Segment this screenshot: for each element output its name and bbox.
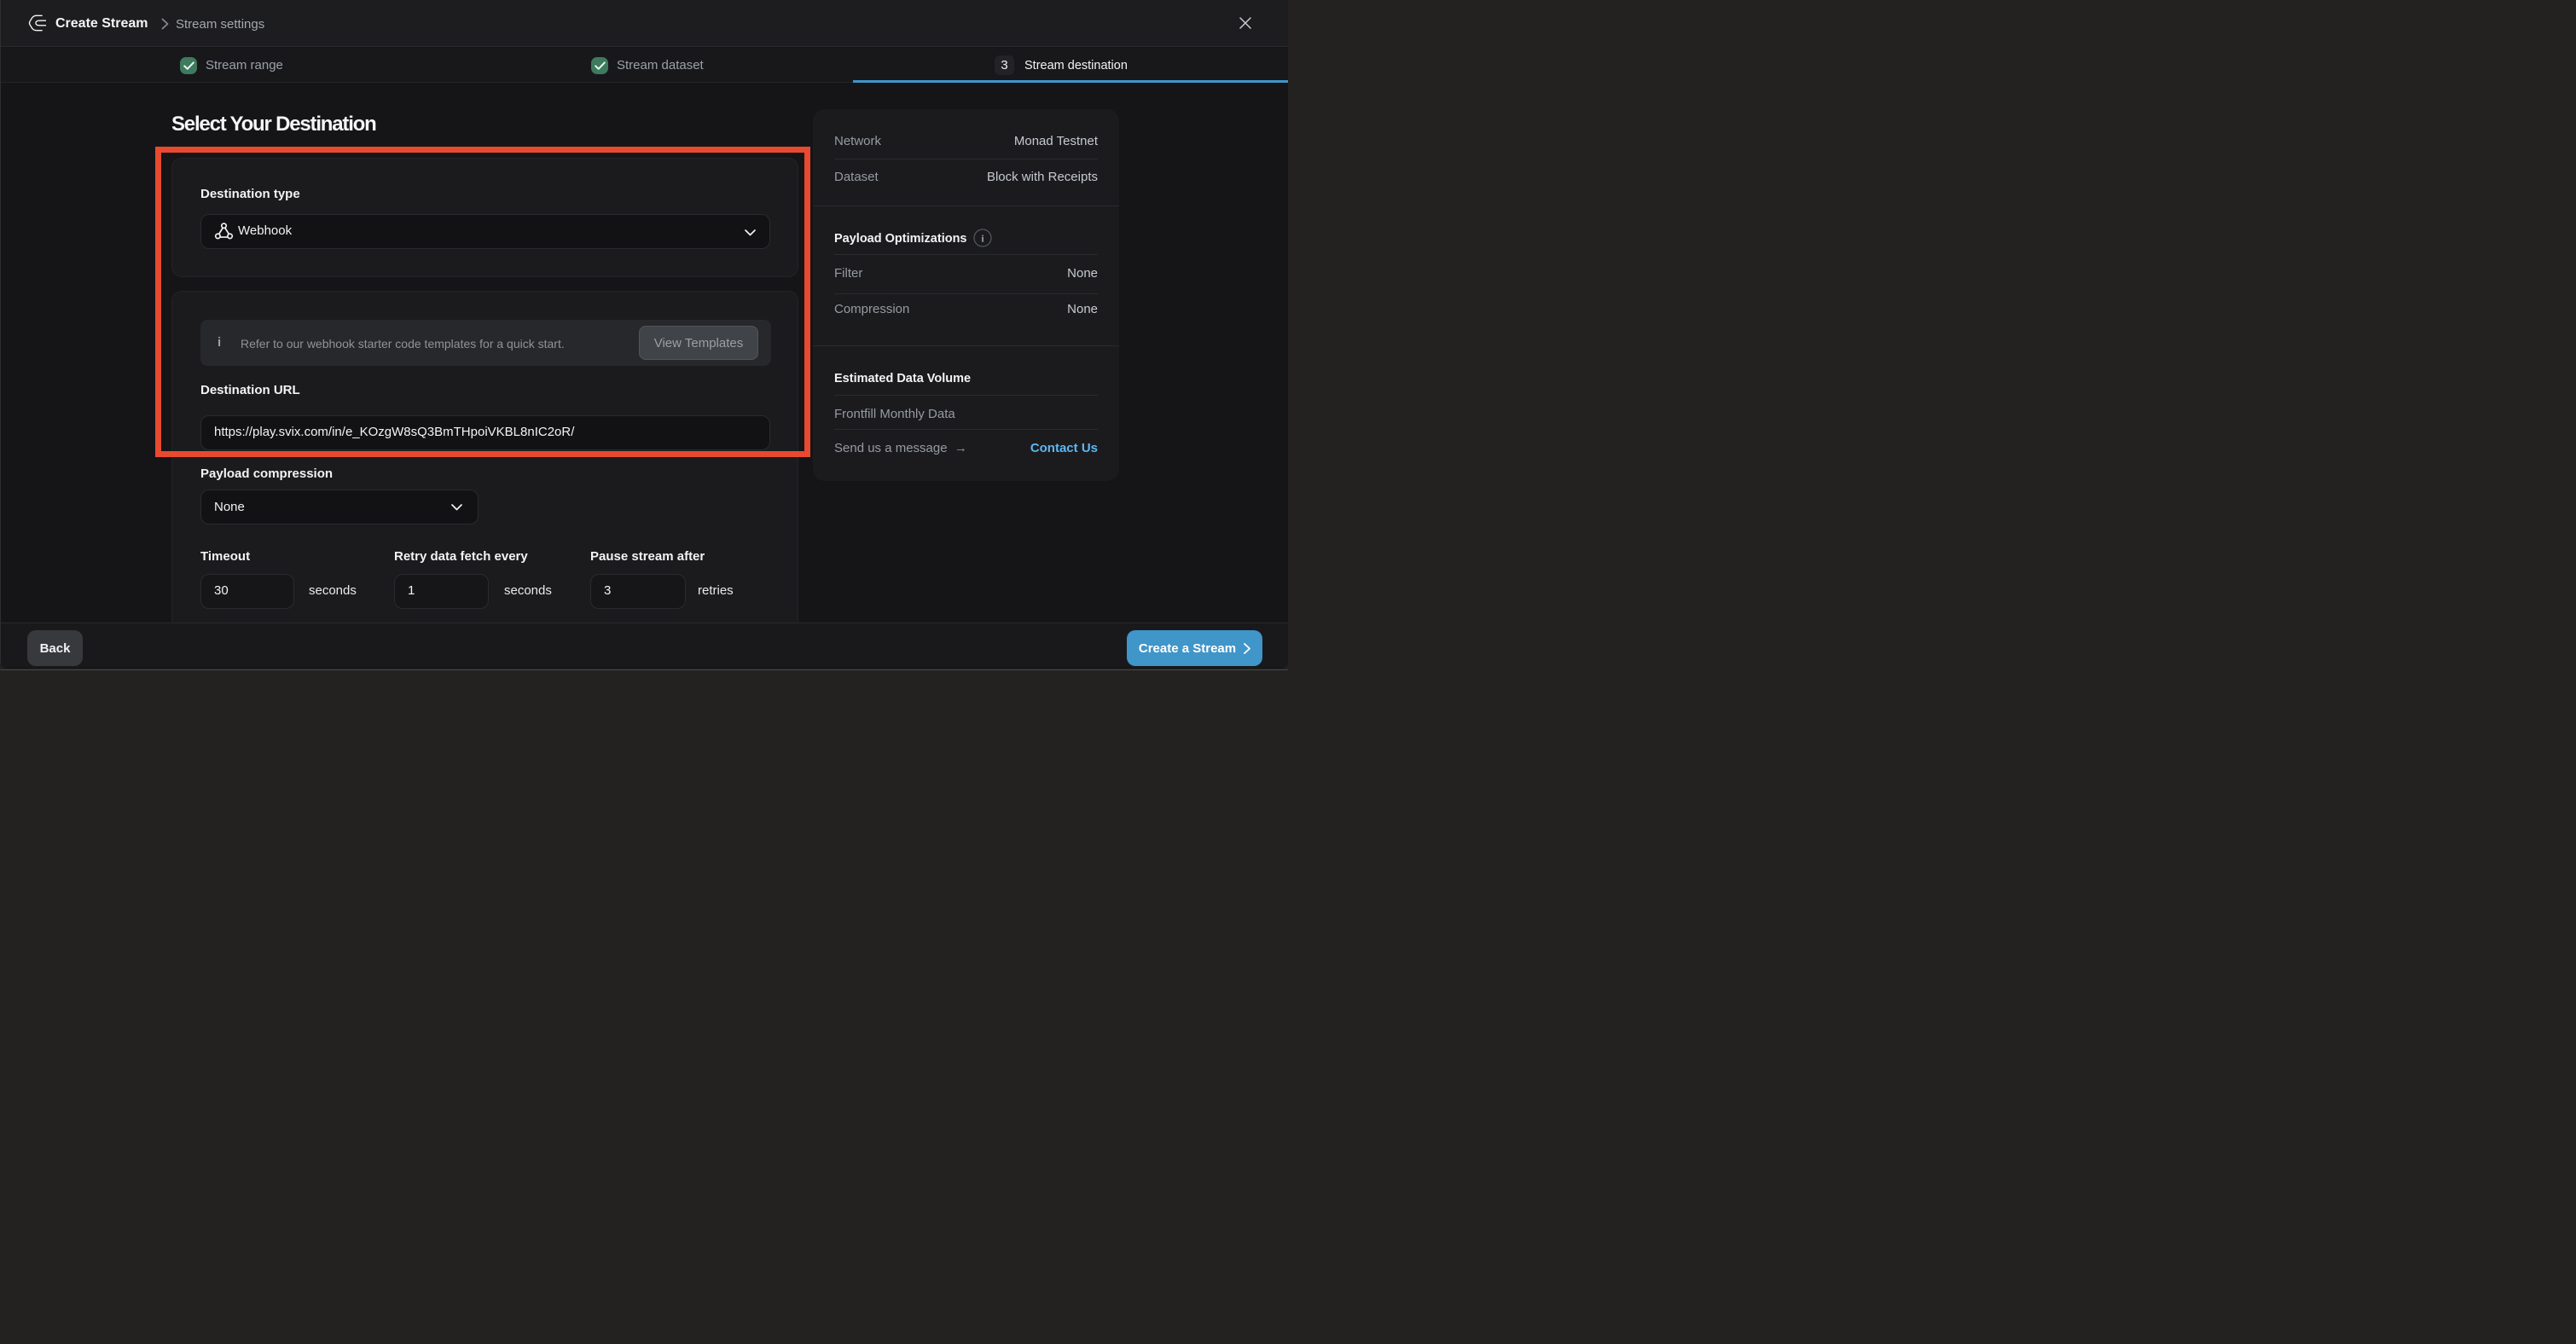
- svg-text:i: i: [981, 233, 984, 245]
